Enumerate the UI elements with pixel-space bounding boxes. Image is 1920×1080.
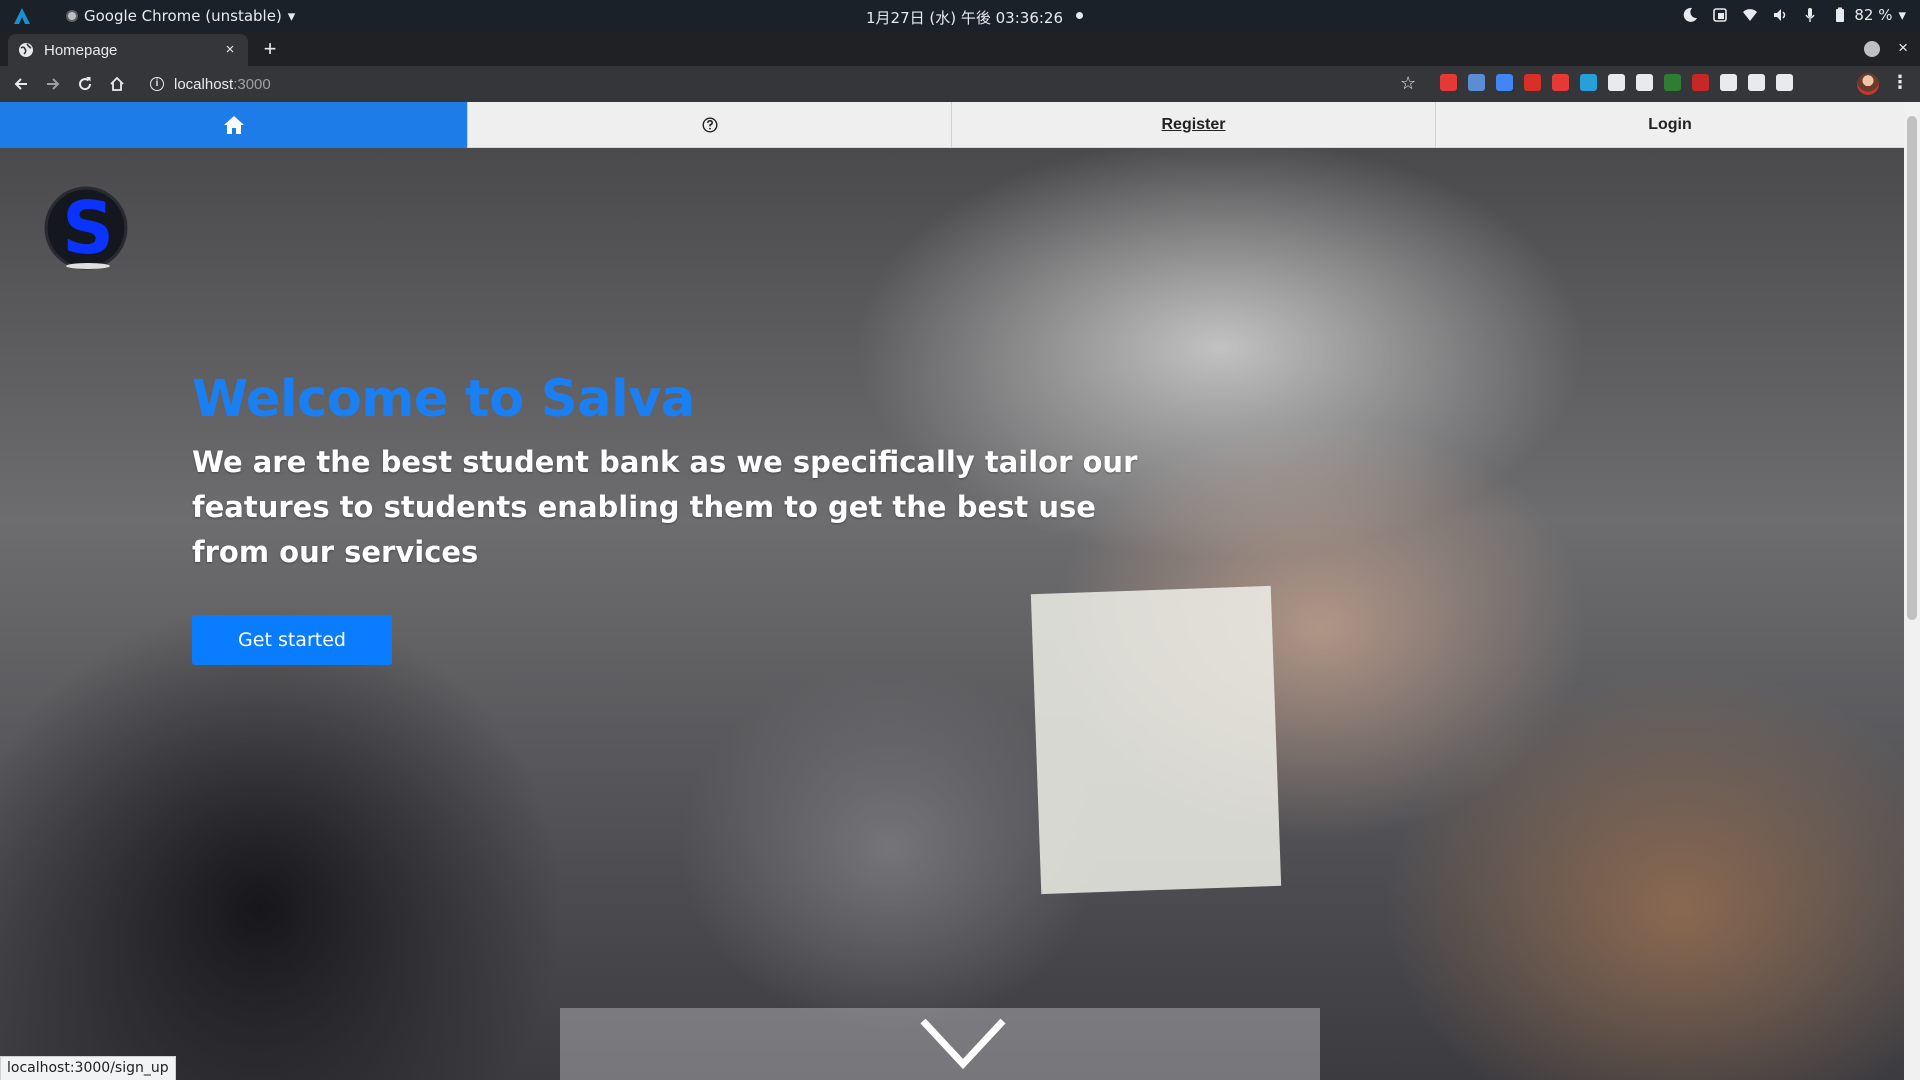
extension-icon[interactable] <box>1468 74 1485 91</box>
hero-subtitle: We are the best student bank as we speci… <box>192 445 1138 569</box>
extension-icon[interactable] <box>1636 74 1653 91</box>
bookmark-star-icon[interactable]: ☆ <box>1400 73 1416 94</box>
profile-avatar[interactable] <box>1857 73 1879 95</box>
extension-icon[interactable] <box>1720 74 1737 91</box>
os-top-bar: Google Chrome (unstable) ▾ 1月27日 (水) 午後 … <box>0 0 1920 32</box>
nav-login-link[interactable]: Login <box>1436 102 1904 148</box>
system-tray[interactable]: 82 % ▾ <box>1682 6 1906 24</box>
extension-icon[interactable] <box>1496 74 1513 91</box>
night-light-icon <box>1682 7 1698 23</box>
extension-icon[interactable] <box>1440 74 1457 91</box>
hero-content: Welcome to Salva We are the best student… <box>192 368 1192 665</box>
page-viewport: Register Login S Welcome to Salva We are… <box>0 102 1920 1080</box>
new-tab-button[interactable]: + <box>258 38 282 62</box>
salva-logo[interactable]: S <box>42 184 130 272</box>
tab-homepage[interactable]: Homepage × <box>8 34 248 66</box>
microphone-icon <box>1802 7 1818 23</box>
get-started-button[interactable]: Get started <box>192 615 392 665</box>
battery-percentage: 82 % <box>1854 6 1893 24</box>
chevron-down-icon: ▾ <box>287 7 296 25</box>
tab-search-icon[interactable] <box>1864 41 1880 57</box>
reload-icon[interactable] <box>75 74 95 94</box>
activities-icon[interactable] <box>12 6 32 26</box>
site-info-icon[interactable]: i <box>150 77 164 91</box>
nav-home[interactable] <box>0 102 468 148</box>
forward-arrow-icon[interactable] <box>43 74 63 94</box>
extension-icon[interactable] <box>1664 74 1681 91</box>
site-navbar: Register Login <box>0 102 1904 148</box>
notification-dot-icon <box>1076 12 1083 19</box>
battery-icon <box>1832 7 1848 23</box>
extension-icon[interactable] <box>1524 74 1541 91</box>
extension-icon[interactable] <box>1748 74 1765 91</box>
screen-share-icon <box>1712 7 1728 23</box>
home-icon <box>223 116 244 134</box>
chevron-down-icon: ▾ <box>1898 6 1906 24</box>
nav-help[interactable] <box>468 102 952 148</box>
scrollbar-thumb[interactable] <box>1907 116 1917 620</box>
wifi-icon <box>1742 7 1758 23</box>
link-status-bubble: localhost:3000/sign_up <box>0 1056 176 1080</box>
extension-icon[interactable] <box>1608 74 1625 91</box>
browser-toolbar: i localhost :3000 ☆ ⋮ <box>0 66 1920 102</box>
home-icon[interactable] <box>107 74 127 94</box>
extension-icon[interactable] <box>1552 74 1569 91</box>
question-circle-icon <box>701 117 718 133</box>
app-name: Google Chrome (unstable) <box>84 7 282 25</box>
clock[interactable]: 1月27日 (水) 午後 03:36:26 <box>866 7 1063 28</box>
tab-title: Homepage <box>44 41 118 59</box>
app-menu[interactable]: Google Chrome (unstable) ▾ <box>66 7 295 25</box>
url-port: :3000 <box>233 75 271 93</box>
tab-strip: Homepage × + × <box>0 32 1920 66</box>
scroll-down-chevron-icon[interactable] <box>918 1016 1008 1070</box>
chrome-app-icon <box>66 10 78 22</box>
back-arrow-icon[interactable] <box>11 74 31 94</box>
extension-icon[interactable] <box>1776 74 1793 91</box>
address-bar[interactable]: i localhost :3000 <box>140 70 1428 98</box>
globe-favicon-icon <box>19 43 33 57</box>
page-scrollbar[interactable] <box>1904 102 1920 1080</box>
volume-icon <box>1772 7 1788 23</box>
hero-section: S Welcome to Salva We are the best stude… <box>0 148 1904 1080</box>
chrome-menu-icon[interactable]: ⋮ <box>1891 72 1909 93</box>
url-host: localhost <box>174 75 234 93</box>
nav-register-link[interactable]: Register <box>952 102 1436 148</box>
logo-letter: S <box>62 186 114 270</box>
extension-icon[interactable] <box>1692 74 1709 91</box>
extensions-row <box>1440 74 1793 91</box>
close-tab-icon[interactable]: × <box>222 42 238 58</box>
extension-icon[interactable] <box>1580 74 1597 91</box>
hero-title: Welcome to Salva <box>192 370 695 429</box>
window-close-icon[interactable]: × <box>1898 38 1908 58</box>
